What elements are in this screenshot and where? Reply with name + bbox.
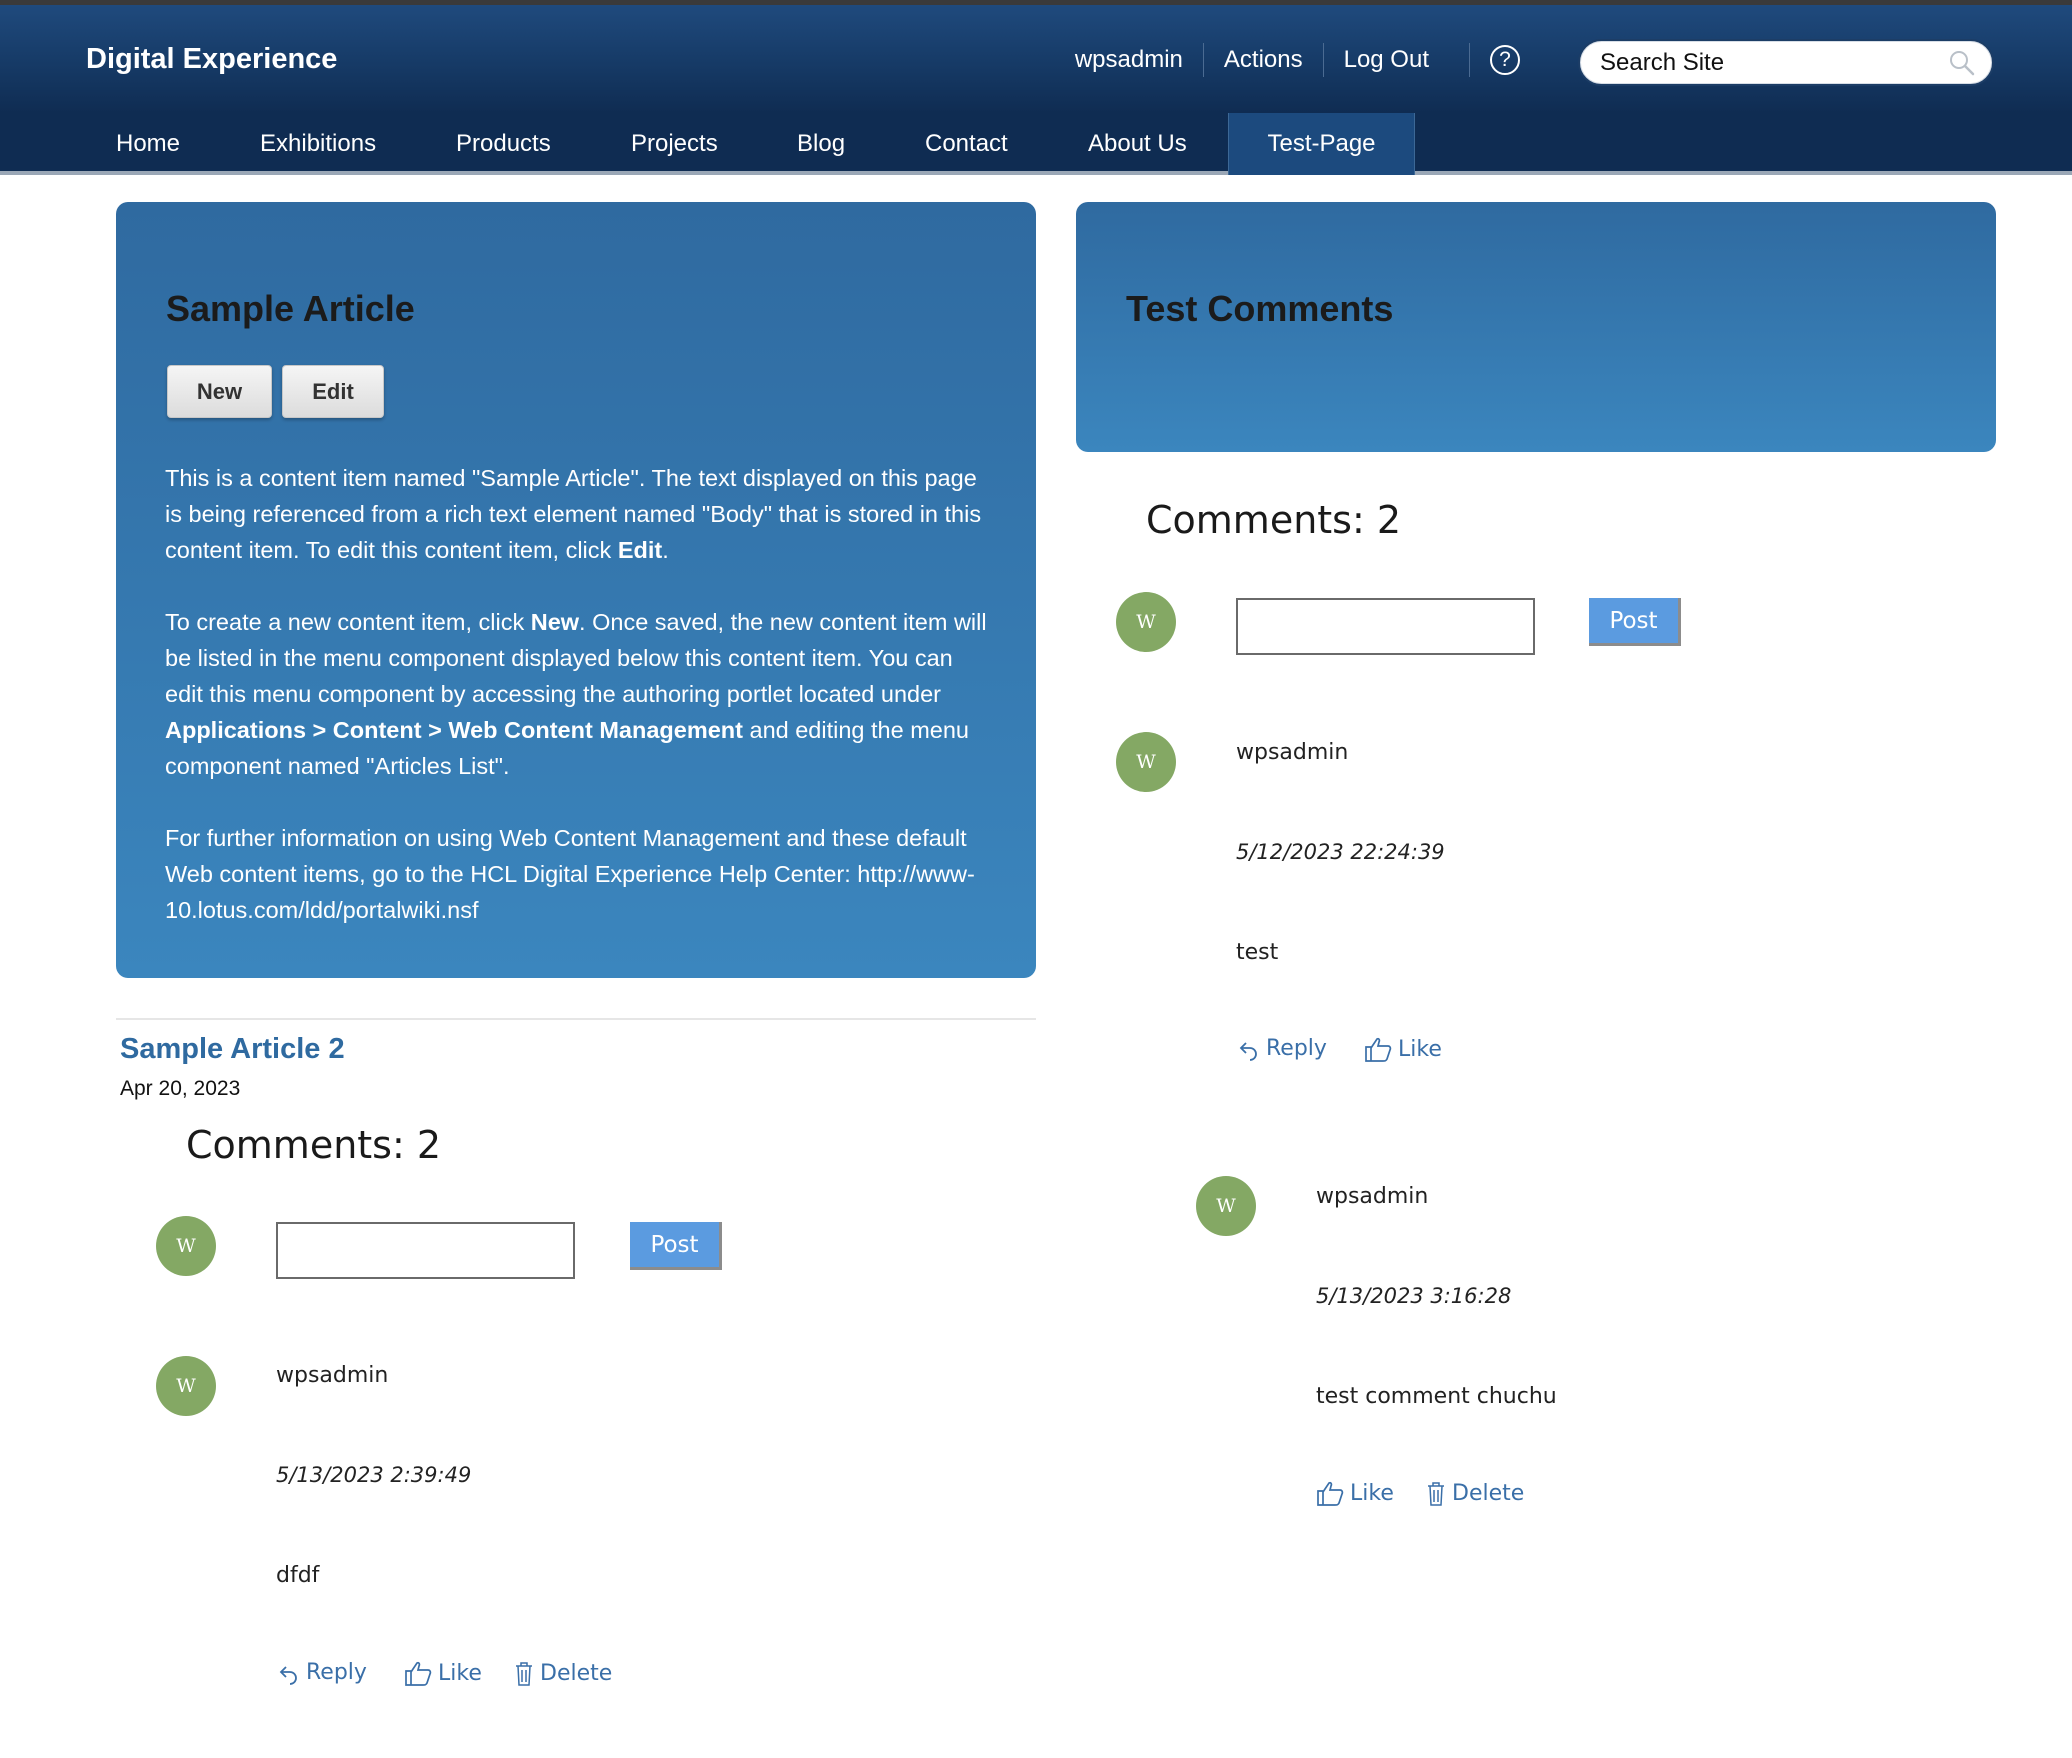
like-label: Like — [438, 1661, 482, 1686]
avatar: W — [1116, 732, 1176, 792]
reply-label: Reply — [306, 1660, 367, 1685]
help-icon[interactable]: ? — [1490, 45, 1520, 75]
article-paragraph: This is a content item named "Sample Art… — [165, 465, 982, 563]
comments-count: Comments: 2 — [1146, 498, 1402, 542]
avatar: W — [156, 1356, 216, 1416]
comment-input[interactable] — [276, 1222, 575, 1279]
like-icon — [1365, 1037, 1392, 1062]
logout-link[interactable]: Log Out — [1322, 43, 1449, 77]
reply-label: Reply — [1266, 1036, 1327, 1061]
like-icon — [405, 1661, 432, 1686]
nav-item-exhibitions[interactable]: Exhibitions — [260, 113, 376, 175]
search-box — [1578, 39, 1994, 86]
like-button[interactable]: Like — [404, 1660, 482, 1686]
main-nav: Home Exhibitions Products Projects Blog … — [0, 113, 2072, 175]
comment-timestamp: 5/12/2023 22:24:39 — [1236, 840, 1445, 864]
avatar: W — [1116, 592, 1176, 652]
nav-item-home[interactable]: Home — [116, 113, 180, 175]
test-comments-panel: Test Comments — [1076, 202, 1996, 452]
delete-label: Delete — [1452, 1481, 1525, 1506]
nav-item-about-us[interactable]: About Us — [1088, 113, 1187, 175]
comment-author: wpsadmin — [1316, 1184, 1429, 1209]
search-icon[interactable] — [1948, 49, 1976, 77]
post-button[interactable]: Post — [630, 1222, 722, 1270]
actions-menu[interactable]: Actions — [1202, 43, 1323, 77]
like-button[interactable]: Like — [1364, 1036, 1442, 1062]
comments-count: Comments: 2 — [186, 1123, 442, 1167]
comment-author: wpsadmin — [276, 1363, 389, 1388]
site-title[interactable]: Digital Experience — [86, 43, 337, 76]
avatar: W — [156, 1216, 216, 1276]
comment-input[interactable] — [1236, 598, 1535, 655]
nav-item-blog[interactable]: Blog — [797, 113, 845, 175]
avatar: W — [1196, 1176, 1256, 1236]
divider — [116, 1018, 1036, 1020]
like-label: Like — [1350, 1481, 1394, 1506]
comment-author: wpsadmin — [1236, 740, 1349, 765]
header-links: wpsadmin Actions Log Out ? — [1055, 37, 1520, 83]
user-link[interactable]: wpsadmin — [1055, 43, 1203, 77]
nav-item-products[interactable]: Products — [456, 113, 551, 175]
comment-text: dfdf — [276, 1563, 320, 1588]
comment-text: test comment chuchu — [1316, 1384, 1557, 1409]
article-title: Sample Article — [166, 288, 415, 329]
delete-icon — [516, 1662, 532, 1686]
article-paragraph: For further information on using Web Con… — [165, 825, 975, 923]
search-input[interactable] — [1600, 48, 1940, 78]
post-button[interactable]: Post — [1589, 598, 1681, 646]
site-header: Digital Experience wpsadmin Actions Log … — [0, 5, 2072, 113]
sample-article-panel: Sample Article New Edit This is a conten… — [116, 202, 1036, 978]
edit-button[interactable]: Edit — [282, 365, 384, 418]
reply-button[interactable]: Reply — [1238, 1036, 1327, 1061]
like-button[interactable]: Like — [1316, 1480, 1394, 1506]
comment-timestamp: 5/13/2023 2:39:49 — [276, 1463, 472, 1487]
delete-button[interactable]: Delete — [1426, 1480, 1524, 1506]
article-paragraph: To create a new content item, click New.… — [165, 609, 987, 779]
like-label: Like — [1398, 1037, 1442, 1062]
test-comments-title: Test Comments — [1126, 288, 1394, 329]
comment-timestamp: 5/13/2023 3:16:28 — [1316, 1284, 1512, 1308]
article-body: This is a content item named "Sample Art… — [165, 460, 995, 964]
like-icon — [1317, 1481, 1344, 1506]
reply-icon — [1239, 1042, 1257, 1061]
nav-item-test-page[interactable]: Test-Page — [1228, 113, 1415, 175]
reply-icon — [279, 1666, 297, 1685]
article-2-date: Apr 20, 2023 — [120, 1077, 241, 1100]
delete-label: Delete — [540, 1661, 613, 1686]
nav-item-contact[interactable]: Contact — [925, 113, 1008, 175]
reply-button[interactable]: Reply — [278, 1660, 367, 1685]
nav-item-projects[interactable]: Projects — [631, 113, 718, 175]
delete-button[interactable]: Delete — [514, 1660, 612, 1686]
article-2-link[interactable]: Sample Article 2 — [120, 1033, 345, 1066]
divider — [1469, 43, 1470, 77]
delete-icon — [1428, 1482, 1444, 1506]
comment-text: test — [1236, 940, 1279, 965]
new-button[interactable]: New — [167, 365, 272, 418]
